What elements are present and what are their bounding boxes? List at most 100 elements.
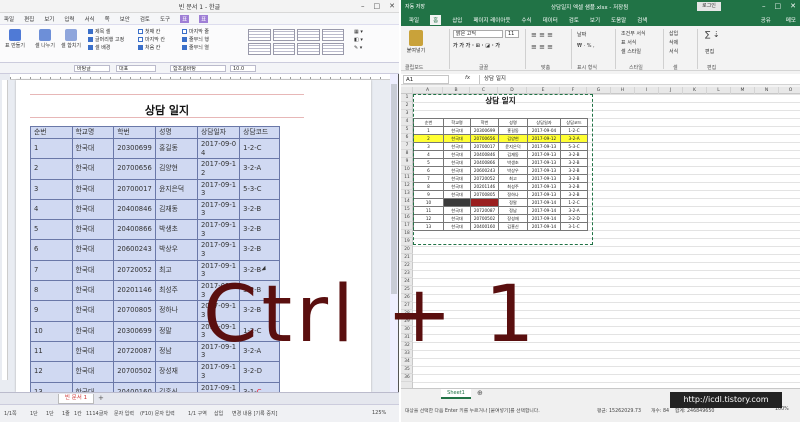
menu-table-layout[interactable]: 표 xyxy=(199,14,209,23)
table-cell[interactable]: 한국대 xyxy=(71,259,115,282)
column-header[interactable]: N xyxy=(755,87,779,94)
delete-cells-button[interactable]: 삭제 xyxy=(669,39,678,46)
table-style-gallery[interactable] xyxy=(248,29,344,55)
check-title-cell[interactable]: 제목 셀 xyxy=(88,28,124,36)
row-header[interactable]: 17 xyxy=(401,222,413,230)
menu-table-design[interactable]: 표 xyxy=(180,14,190,23)
table-cell[interactable]: 2017-09-13 xyxy=(196,361,241,383)
add-sheet-icon[interactable]: ⊕ xyxy=(477,389,483,397)
table-style-6[interactable] xyxy=(272,43,295,55)
table-cell[interactable]: 3-2-B xyxy=(239,198,280,221)
table-cell[interactable]: 장성재 xyxy=(155,361,198,383)
tab-formulas[interactable]: 수식 xyxy=(521,16,531,24)
table-style-8[interactable] xyxy=(321,43,344,55)
table-cell[interactable]: 11 xyxy=(30,340,73,363)
table-cell[interactable]: 윤지은덕 xyxy=(155,178,198,200)
table-cell[interactable]: 한국대 xyxy=(71,340,115,363)
number-format-buttons[interactable]: ₩ · % , xyxy=(577,43,595,49)
table-cell[interactable]: 한국대 xyxy=(71,178,115,200)
font-face-select[interactable]: 함초롬바탕 xyxy=(170,65,226,72)
table-cell[interactable]: 2017-09-13 xyxy=(196,178,241,200)
row-header[interactable]: 6 xyxy=(401,134,413,142)
table-cell[interactable]: 3-2-B xyxy=(239,219,280,241)
share-button[interactable]: 공유 xyxy=(761,16,771,24)
tab-home[interactable]: 홈 xyxy=(430,15,442,25)
header-cell[interactable]: 상담일자 xyxy=(196,126,241,139)
column-header[interactable]: B xyxy=(443,87,470,94)
row-header[interactable]: 10 xyxy=(401,166,413,174)
minimize-icon[interactable]: – xyxy=(762,2,766,10)
table-cell[interactable]: 한국대 xyxy=(71,137,115,160)
header-cell[interactable]: 학번 xyxy=(113,126,157,139)
row-header[interactable]: 18 xyxy=(401,230,413,238)
menu-view[interactable]: 보기 xyxy=(44,15,54,23)
table-cell[interactable]: 12 xyxy=(30,361,73,383)
table-cell[interactable]: 최고 xyxy=(155,259,198,282)
tab-review[interactable]: 검토 xyxy=(569,16,579,24)
column-header[interactable]: O xyxy=(779,87,800,94)
header-cell[interactable]: 상담코드 xyxy=(239,126,280,139)
table-cell[interactable]: 3-2-D xyxy=(239,361,280,383)
table-cell[interactable]: 정남 xyxy=(155,340,198,363)
style-select[interactable]: 바탕글 xyxy=(74,65,110,72)
table-cell[interactable]: 2 xyxy=(30,158,73,180)
table-cell[interactable]: 1-2-C xyxy=(239,137,280,160)
vertical-ruler[interactable] xyxy=(2,80,8,380)
menu-review[interactable]: 검토 xyxy=(140,15,150,23)
table-cell[interactable]: 5-3-C xyxy=(239,178,280,200)
tab-file[interactable]: 파일 xyxy=(409,16,419,24)
column-header[interactable]: M xyxy=(731,87,755,94)
tab-view[interactable]: 보기 xyxy=(590,16,600,24)
select-all-corner[interactable] xyxy=(401,87,413,94)
number-format-select[interactable]: 날짜 xyxy=(577,31,586,38)
editing-button[interactable]: 편집 xyxy=(705,48,714,55)
table-cell[interactable]: 8 xyxy=(30,280,73,302)
table-cell[interactable]: 박생초 xyxy=(155,219,198,241)
column-header[interactable]: J xyxy=(659,87,683,94)
menu-page[interactable]: 쪽 xyxy=(105,15,110,23)
tab-page-layout[interactable]: 페이지 레이아웃 xyxy=(473,16,510,24)
table-cell[interactable]: 10 xyxy=(30,320,73,342)
close-icon[interactable]: ✕ xyxy=(389,2,395,10)
table-cell[interactable]: 1 xyxy=(30,137,73,160)
table-cell[interactable]: 한국대 xyxy=(71,198,115,221)
align-buttons-2[interactable]: ≡ ≡ ≡ xyxy=(531,43,553,51)
table-cell[interactable]: 2017-09-1 2 xyxy=(196,158,241,180)
row-header[interactable]: 12 xyxy=(401,182,413,190)
table-cell[interactable]: 박상우 xyxy=(155,239,198,261)
menu-security[interactable]: 보안 xyxy=(120,15,130,23)
autosave-toggle[interactable]: 자동 저장 xyxy=(405,3,425,10)
check-header-row[interactable]: 글머리행 고정 xyxy=(88,36,124,44)
table-cell[interactable]: 한국대 xyxy=(71,239,115,261)
font-name-select[interactable]: 맑은 고딕 xyxy=(453,30,503,38)
check-banded-rows[interactable]: 줄무늬 행 xyxy=(182,36,209,44)
header-cell[interactable]: 순번 xyxy=(30,126,73,139)
menu-tools[interactable]: 도구 xyxy=(160,15,170,23)
row-header[interactable]: 2 xyxy=(401,102,413,110)
table-cell[interactable]: 2017-09-13 xyxy=(196,219,241,241)
row-header[interactable]: 19 xyxy=(401,238,413,246)
sheet-tab[interactable]: Sheet1 xyxy=(441,389,471,399)
table-cell[interactable]: 김재동 xyxy=(155,198,198,221)
table-cell[interactable]: 7 xyxy=(30,259,73,282)
menu-file[interactable]: 파일 xyxy=(4,15,14,23)
menu-format[interactable]: 서식 xyxy=(85,15,95,23)
font-size-select[interactable]: 10.0 xyxy=(230,65,256,72)
header-cell[interactable]: 성명 xyxy=(155,126,198,139)
table-cell[interactable]: 6 xyxy=(30,239,73,261)
table-cell[interactable]: 20700656 xyxy=(113,158,157,180)
conditional-format-button[interactable]: 조건부 서식 xyxy=(621,30,646,37)
split-cell-button[interactable]: 셀 나누기 xyxy=(34,29,56,49)
table-cell[interactable]: 20700017 xyxy=(113,178,157,200)
check-last-col[interactable]: 마지막 칸 xyxy=(138,36,165,44)
column-header[interactable]: I xyxy=(635,87,659,94)
table-cell[interactable]: 3 xyxy=(30,178,73,200)
table-cell[interactable]: 한국대 xyxy=(71,320,115,342)
table-cell[interactable]: 최성주 xyxy=(155,280,198,302)
column-header[interactable]: C xyxy=(470,87,498,94)
fx-icon[interactable]: fx xyxy=(465,75,470,81)
check-start-col[interactable]: 처음 칸 xyxy=(138,44,165,52)
row-header[interactable]: 35 xyxy=(401,366,413,374)
table-style-2[interactable] xyxy=(272,29,295,41)
table-cell[interactable]: 정하나 xyxy=(155,300,198,322)
